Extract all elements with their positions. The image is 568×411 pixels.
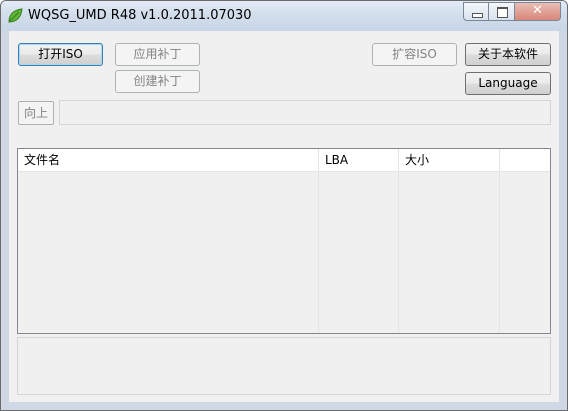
column-header-size[interactable]: 大小 [399,149,500,171]
column-header-extra[interactable] [500,149,550,171]
column-header-lba[interactable]: LBA [319,149,399,171]
minimize-button[interactable] [463,2,489,21]
maximize-icon [497,7,508,18]
maximize-button[interactable] [489,2,515,21]
expand-iso-button[interactable]: 扩容ISO [372,43,457,66]
open-iso-button[interactable]: 打开ISO [18,43,103,66]
column-header-filename[interactable]: 文件名 [18,149,319,171]
up-button[interactable]: 向上 [18,101,54,125]
close-icon: ✕ [532,3,543,18]
about-button[interactable]: 关于本软件 [465,43,551,66]
file-list-header: 文件名 LBA 大小 [18,149,550,172]
language-button[interactable]: Language [465,72,551,95]
close-button[interactable]: ✕ [515,2,561,21]
file-list[interactable]: 文件名 LBA 大小 [17,148,551,334]
column-divider [318,171,319,333]
column-divider [499,171,500,333]
title-bar[interactable]: WQSG_UMD R48 v1.0.2011.07030 ✕ [1,1,567,31]
window-controls: ✕ [463,2,561,21]
create-patch-button[interactable]: 创建补丁 [115,70,200,93]
status-panel [17,337,551,395]
apply-patch-button[interactable]: 应用补丁 [115,43,200,66]
path-field[interactable] [59,100,551,125]
client-area: 打开ISO 应用补丁 创建补丁 扩容ISO 关于本软件 Language 向上 … [9,31,559,402]
minimize-icon [472,13,483,18]
window-title: WQSG_UMD R48 v1.0.2011.07030 [28,8,252,23]
column-divider [398,171,399,333]
app-window: WQSG_UMD R48 v1.0.2011.07030 ✕ 打开ISO 应用补… [0,0,568,411]
leaf-icon [8,8,23,23]
